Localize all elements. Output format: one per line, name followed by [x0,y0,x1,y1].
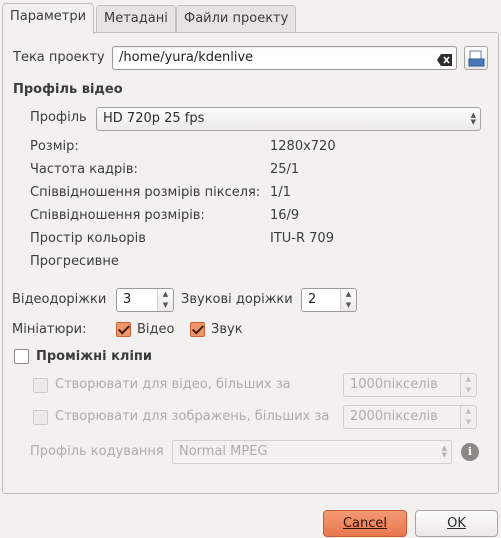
increment-icon[interactable]: ▲ [341,289,356,300]
thumbnails-video-label[interactable]: Відео [137,322,174,337]
pixel-ratio-value: 1/1 [270,185,291,200]
audio-tracks-spinbox[interactable]: 2 ▲ ▼ [301,288,357,312]
ok-button-label: OK [447,516,466,531]
decrement-icon[interactable]: ▼ [461,417,476,428]
thumbnails-audio-label[interactable]: Звук [211,322,243,337]
project-folder-value: /home/yura/kdenlive [119,50,254,65]
video-tracks-value: 3 [123,292,132,307]
proxy-image-label: Створювати для зображень, більших за [55,409,330,424]
pixel-ratio-label: Співвідношення розмірів пікселя: [30,185,261,200]
fps-label: Частота кадрів: [30,162,138,177]
colorspace-value: ITU-R 709 [270,231,334,246]
encoding-profile-select[interactable]: Normal MPEG ▲ ▼ [172,440,452,464]
updown-arrows-icon: ▲ ▼ [441,444,447,459]
size-value: 1280x720 [270,139,336,154]
profile-select-value: HD 720p 25 fps [103,111,205,126]
increment-icon[interactable]: ▲ [461,374,476,385]
increment-icon[interactable]: ▲ [461,406,476,417]
proxy-video-size-spinbox[interactable]: 1000пікселів ▲ ▼ [343,373,477,397]
proxy-video-checkbox[interactable] [33,378,48,393]
proxy-video-size-value: 1000пікселів [350,377,438,392]
thumbnails-label: Мініатюри: [12,322,87,337]
info-icon[interactable]: i [461,443,479,461]
decrement-icon[interactable]: ▼ [341,300,356,311]
thumbnails-video-checkbox[interactable] [116,322,131,337]
proxy-image-checkbox[interactable] [33,410,48,425]
audio-tracks-value: 2 [308,292,317,307]
colorspace-label: Простір кольорів [30,231,146,246]
cancel-button-label: Cancel [342,516,388,531]
encoding-profile-value: Normal MPEG [179,444,268,459]
tab-bar: Параметри Метадані Файли проекту [0,0,501,34]
decrement-icon[interactable]: ▼ [158,300,173,311]
thumbnails-audio-checkbox[interactable] [190,322,205,337]
aspect-ratio-label: Співвідношення розмірів: [30,208,205,223]
tab-settings[interactable]: Параметри [2,3,95,34]
cancel-button[interactable]: Cancel [323,510,407,537]
project-folder-label: Тека проекту [13,50,105,65]
video-profile-heading: Профіль відео [13,82,123,97]
profile-label: Профіль [30,110,87,125]
document-open-icon [468,50,485,71]
fps-value: 25/1 [270,162,300,177]
audio-tracks-label: Звукові доріжки [181,292,293,307]
browse-folder-button[interactable] [464,46,488,70]
profile-select[interactable]: HD 720p 25 fps ▲ ▼ [96,107,481,131]
progressive-label: Прогресивне [30,254,119,269]
decrement-icon[interactable]: ▼ [461,385,476,396]
proxy-clips-heading[interactable]: Проміжні кліпи [36,349,152,364]
clear-text-icon[interactable] [437,52,452,66]
updown-arrows-icon: ▲ ▼ [470,111,476,126]
project-folder-input[interactable]: /home/yura/kdenlive [112,46,457,70]
encoding-profile-label: Профіль кодування [30,444,164,459]
tab-metadata[interactable]: Метадані [96,5,176,33]
aspect-ratio-value: 16/9 [270,208,300,223]
increment-icon[interactable]: ▲ [158,289,173,300]
ok-button[interactable]: OK [415,510,498,537]
size-label: Розмір: [30,139,79,154]
tab-project-files[interactable]: Файли проекту [176,5,297,33]
video-tracks-label: Відеодоріжки [12,292,107,307]
proxy-image-size-value: 2000пікселів [350,409,438,424]
video-tracks-spinbox[interactable]: 3 ▲ ▼ [116,288,174,312]
proxy-clips-checkbox[interactable] [14,349,29,364]
proxy-image-size-spinbox[interactable]: 2000пікселів ▲ ▼ [343,405,477,429]
proxy-video-label: Створювати для відео, більших за [55,377,291,392]
